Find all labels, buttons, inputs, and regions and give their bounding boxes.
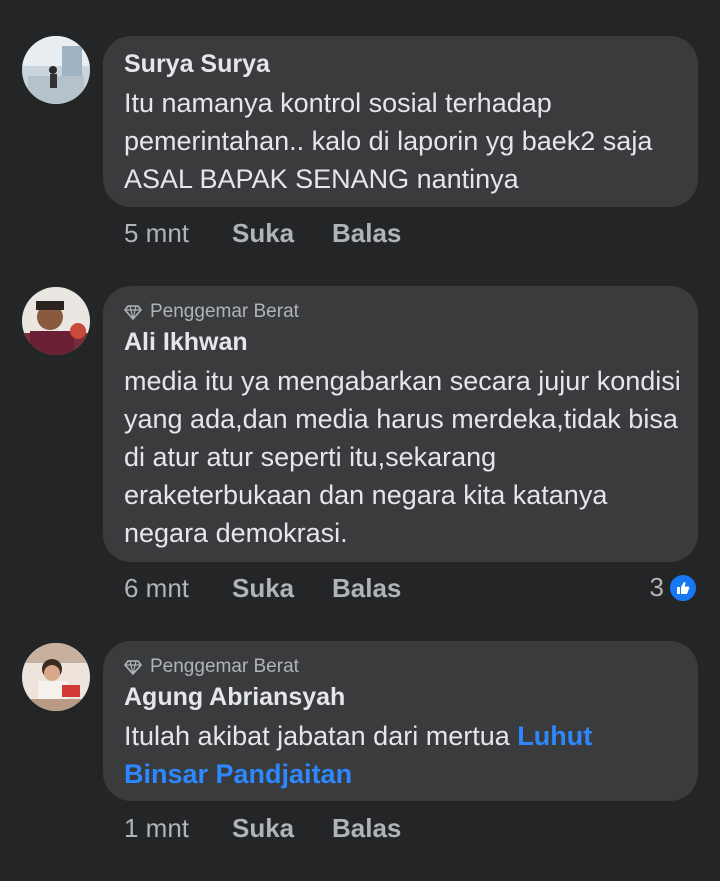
reply-button[interactable]: Balas [332,573,401,604]
avatar-photo [22,287,90,355]
comment-actions: 1 mnt Suka Balas [124,813,401,844]
thumbs-up-icon [668,572,698,603]
comment-actions: 6 mnt Suka Balas [124,573,401,604]
avatar[interactable] [22,36,90,104]
fan-badge: Penggemar Berat [124,655,678,679]
diamond-icon [124,303,142,321]
comment-author[interactable]: Surya Surya [124,48,678,80]
badge-label: Penggemar Berat [150,656,299,677]
reaction-summary[interactable]: 3 [650,572,698,603]
avatar[interactable] [22,643,90,711]
comment-text: media itu ya mengabarkan secara jujur ko… [124,366,681,548]
like-button[interactable]: Suka [232,813,332,844]
comment-text-body: Itulah akibat jabatan dari mertua [124,721,518,751]
comment-author[interactable]: Agung Abriansyah [124,681,678,713]
badge-label: Penggemar Berat [150,301,299,322]
fan-badge: Penggemar Berat [124,300,678,324]
comment-bubble: Penggemar Berat Agung Abriansyah Itulah … [103,641,698,801]
comment-author[interactable]: Ali Ikhwan [124,326,678,358]
avatar[interactable] [22,287,90,355]
comment-text: Itu namanya kontrol sosial terhadap peme… [124,88,653,194]
like-button[interactable]: Suka [232,218,332,249]
diamond-icon [124,658,142,676]
reply-button[interactable]: Balas [332,218,401,249]
comment-time[interactable]: 1 mnt [124,813,232,844]
avatar-photo [22,36,90,104]
reply-button[interactable]: Balas [332,813,401,844]
like-button[interactable]: Suka [232,573,332,604]
comment-actions: 5 mnt Suka Balas [124,218,401,249]
comment-time[interactable]: 6 mnt [124,573,232,604]
reaction-count: 3 [649,572,664,602]
comment-text: Itulah akibat jabatan dari mertua Luhut … [124,717,679,793]
comment-bubble: Surya Surya Itu namanya kontrol sosial t… [103,36,698,207]
comment-time[interactable]: 5 mnt [124,218,232,249]
comment-bubble: Penggemar Berat Ali Ikhwan media itu ya … [103,286,698,562]
avatar-photo [22,643,90,711]
